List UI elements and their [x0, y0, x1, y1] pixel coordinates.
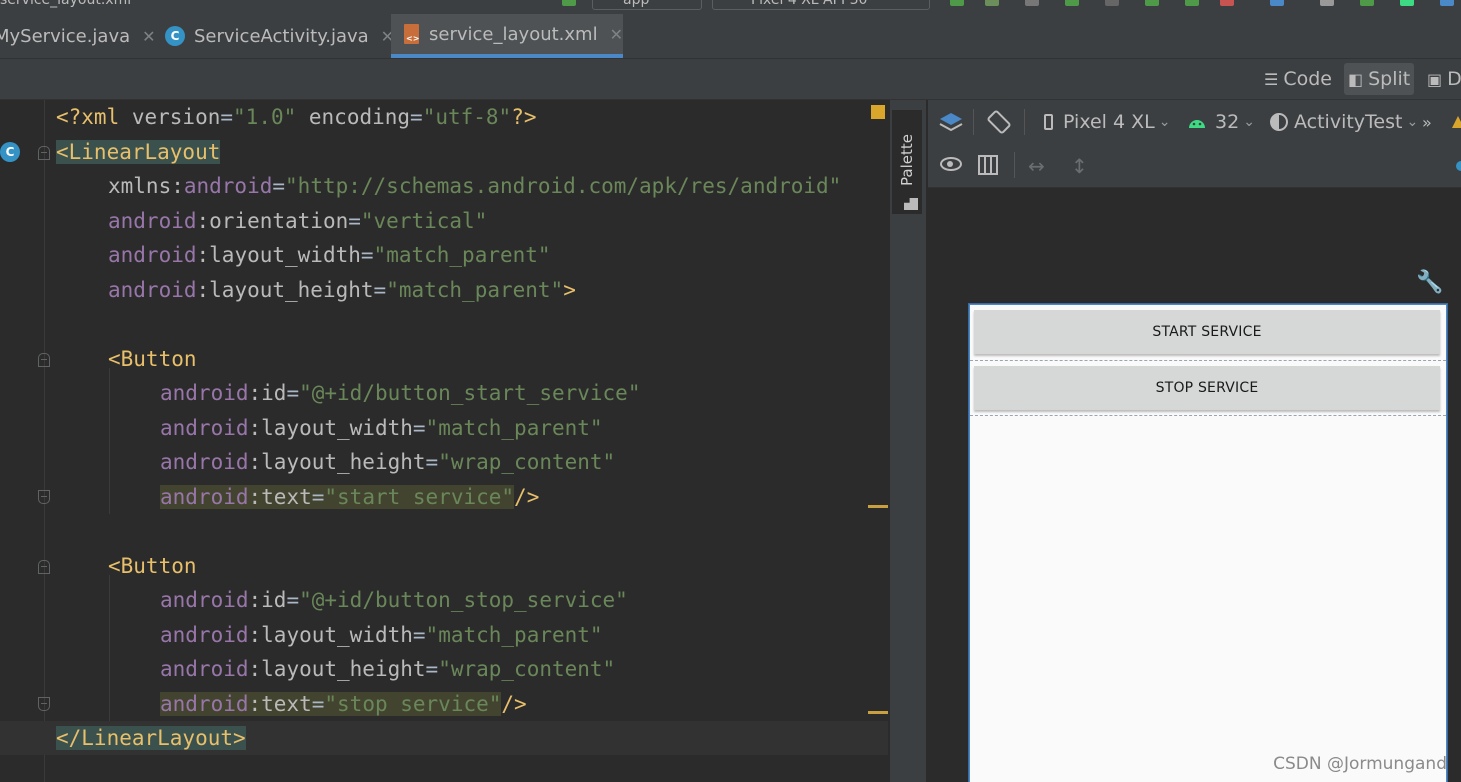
palette-strip: Palette [890, 100, 926, 782]
design-toolbar-secondary: ↔ ↕ [928, 144, 1461, 188]
code-line-1: <?xml version="1.0" encoding="utf-8"?> [56, 105, 537, 129]
palette-label: Palette [898, 134, 916, 186]
sync-icon[interactable] [562, 0, 576, 6]
sdk-manager-icon[interactable] [1360, 0, 1374, 6]
coverage-icon[interactable] [1145, 0, 1159, 6]
palette-tab[interactable]: Palette [892, 110, 922, 214]
chevron-down-icon: ⌄ [1243, 114, 1255, 130]
stop-icon[interactable] [1220, 0, 1234, 6]
code-line-10: android:layout_width="match_parent" [160, 416, 603, 440]
eye-icon[interactable] [940, 157, 962, 171]
code-view-button[interactable]: ☰ Code [1260, 63, 1336, 95]
info-icon[interactable] [1456, 161, 1461, 171]
design-preview-panel: Pixel 4 XL ⌄ 32 ⌄ ActivityTest ⌄ » ↔ ↕ 🔧 ST… [928, 100, 1461, 782]
code-line-8: <Button [108, 347, 197, 371]
code-line-19: </LinearLayout> [0, 721, 888, 755]
more-options-button[interactable]: » [1422, 100, 1432, 144]
chevron-down-icon: ⌄ [1406, 114, 1419, 130]
theme-icon [1270, 113, 1288, 131]
code-line-17: android:layout_height="wrap_content" [160, 657, 616, 681]
view-mode-bar: ☰ Code ◧ Split ▣ D [0, 59, 1461, 100]
window-file-title: service_layout.xml [0, 0, 132, 8]
code-line-15: android:id="@+id/button_stop_service" [160, 588, 628, 612]
structure-icon[interactable] [1270, 0, 1284, 6]
toolbar-separator [1014, 152, 1015, 178]
code-editor[interactable]: C <?xml version="1.0" encoding="utf-8"?>… [0, 100, 888, 782]
debug-icon[interactable] [985, 0, 999, 6]
editor-tab-bar: MyService.java ✕ C ServiceActivity.java … [0, 14, 1461, 59]
orientation-icon[interactable] [986, 109, 1012, 135]
resize-horizontal-icon[interactable]: ↔ [1028, 154, 1045, 178]
watermark: CSDN @Jormungand [1273, 754, 1447, 774]
code-line-12: android:text="start service"/> [160, 485, 540, 509]
image-icon: ▣ [1427, 69, 1443, 89]
device-screen-preview[interactable]: START SERVICE STOP SERVICE [969, 304, 1447, 782]
stop-service-button[interactable]: STOP SERVICE [974, 366, 1440, 410]
device-dropdown[interactable]: Pixel 4 XL ⌄ [1044, 100, 1170, 144]
android-icon[interactable] [1400, 0, 1414, 6]
palette-icon [904, 198, 918, 210]
api-level-dropdown[interactable]: 32 ⌄ [1187, 100, 1255, 144]
design-view-button[interactable]: ▣ D [1423, 63, 1461, 95]
toolbar-separator [1024, 109, 1025, 135]
code-line-14: <Button [108, 554, 197, 578]
phone-icon [1044, 114, 1053, 130]
code-line-4: android:orientation="vertical" [108, 209, 488, 233]
run-icon[interactable] [950, 0, 964, 6]
code-line-11: android:layout_height="wrap_content" [160, 450, 616, 474]
toolbar-separator [973, 109, 974, 135]
start-service-button[interactable]: START SERVICE [974, 310, 1440, 354]
main-toolbar: service_layout.xml app Pixel 4 XL API 30 [0, 0, 1461, 14]
wrench-icon[interactable]: 🔧 [1416, 270, 1443, 295]
code-line-6: android:layout_height="match_parent"> [108, 278, 576, 302]
apply-changes-icon[interactable] [1065, 0, 1079, 6]
device-selector[interactable]: Pixel 4 XL API 30 [712, 0, 930, 10]
code-line-2: <LinearLayout [56, 140, 221, 164]
search-everywhere-icon[interactable] [1440, 0, 1454, 6]
code-line-16: android:layout_width="match_parent" [160, 623, 603, 647]
android-icon [1189, 120, 1205, 128]
code-line-3: xmlns:android="http://schemas.android.co… [108, 174, 842, 198]
split-icon: ◧ [1348, 69, 1364, 89]
build-icon[interactable] [1185, 0, 1199, 6]
tab-myservice[interactable]: MyService.java ✕ [0, 14, 156, 58]
avd-manager-icon[interactable] [1320, 0, 1334, 6]
close-icon[interactable]: ✕ [142, 27, 155, 46]
tab-label: ServiceActivity.java [194, 25, 369, 47]
code-line-18: android:text="stop service"/> [160, 692, 527, 716]
warning-icon[interactable] [1452, 116, 1461, 128]
code-line-5: android:layout_width="match_parent" [108, 243, 551, 267]
tab-serviceactivity[interactable]: C ServiceActivity.java ✕ [165, 14, 394, 58]
design-toolbar: Pixel 4 XL ⌄ 32 ⌄ ActivityTest ⌄ » [928, 100, 1461, 144]
run-config-selector[interactable]: app [592, 0, 702, 10]
profile-icon[interactable] [1025, 0, 1039, 6]
attach-debugger-icon[interactable] [1105, 0, 1119, 6]
split-view-button[interactable]: ◧ Split [1344, 63, 1415, 95]
xml-file-icon [404, 24, 419, 44]
tab-service-layout[interactable]: service_layout.xml ✕ [391, 14, 623, 58]
code-line-9: android:id="@+id/button_start_service" [160, 381, 641, 405]
blueprint-icon[interactable] [978, 155, 998, 175]
tab-label: MyService.java [0, 25, 131, 47]
class-file-icon: C [165, 26, 185, 46]
theme-dropdown[interactable]: ActivityTest ⌄ [1270, 100, 1418, 144]
chevron-down-icon: ⌄ [1158, 114, 1171, 130]
tab-label: service_layout.xml [429, 23, 598, 45]
resize-vertical-icon[interactable]: ↕ [1071, 154, 1088, 178]
layers-icon[interactable] [938, 109, 964, 135]
close-icon[interactable]: ✕ [610, 25, 623, 44]
lines-icon: ☰ [1264, 69, 1279, 89]
